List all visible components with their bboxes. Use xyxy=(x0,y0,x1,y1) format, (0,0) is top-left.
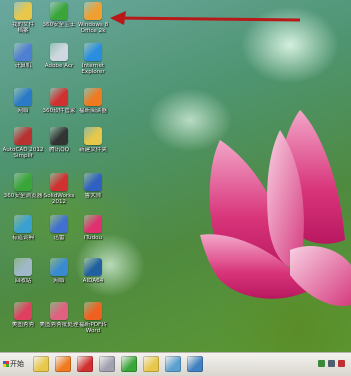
network-icon xyxy=(14,88,32,106)
desktop-icon[interactable]: Internet Explorer xyxy=(70,43,116,76)
folder-icon[interactable] xyxy=(33,356,49,372)
windows-flag-icon xyxy=(3,361,9,367)
software-manager-icon xyxy=(50,88,68,106)
explorer-icon[interactable] xyxy=(143,356,159,372)
pdf-icon[interactable] xyxy=(77,356,93,372)
desktop-icon[interactable]: 福昕阅读器 xyxy=(70,88,116,114)
meitu-icon xyxy=(14,302,32,320)
recycle-icon xyxy=(50,43,68,61)
desktop: 我的文件 档案 360安全卫士 Windows 8 Office 2k 计算机 Adob… xyxy=(0,0,351,352)
desktop-icon[interactable]: 鲁大师 xyxy=(70,173,116,199)
qq-icon xyxy=(50,127,68,145)
window-icon[interactable] xyxy=(187,356,203,372)
lotus-wallpaper-image xyxy=(200,110,351,306)
start-label: 开始 xyxy=(10,360,24,368)
network-tray-icon[interactable] xyxy=(318,360,325,367)
thunder-icon xyxy=(50,215,68,233)
desktop-icon-label: 福昕阅读器 xyxy=(79,108,107,114)
desktop-icon[interactable]: AIDA64 xyxy=(70,258,116,284)
new-folder-icon xyxy=(84,127,102,145)
ie-icon xyxy=(84,43,102,61)
desktop-icon-label: Internet Explorer xyxy=(81,63,105,76)
volume-tray-icon[interactable] xyxy=(328,360,335,367)
office-icon xyxy=(84,2,102,20)
ludashi-icon xyxy=(84,173,102,191)
meitu-batch-icon xyxy=(50,302,68,320)
start-button[interactable]: 开始 xyxy=(1,356,27,373)
tools-icon[interactable] xyxy=(99,356,115,372)
desktop-icon[interactable]: Windows 8 Office 2k xyxy=(70,2,116,35)
taskbar: 开始 xyxy=(0,352,351,376)
desktop-icon-label: 鲁大师 xyxy=(84,193,102,199)
desktop-icon-label: iTudou xyxy=(83,235,103,241)
solidworks-icon xyxy=(50,173,68,191)
desktop-icon[interactable]: 新建文件夹 xyxy=(70,127,116,153)
desktop-icon-label: AIDA64 xyxy=(82,278,104,284)
pdf-reader-icon xyxy=(84,88,102,106)
dictionary-icon xyxy=(14,215,32,233)
shield-icon xyxy=(50,2,68,20)
image-icon[interactable] xyxy=(165,356,181,372)
desktop-icon[interactable]: iTudou xyxy=(70,215,116,241)
itudou-icon xyxy=(84,215,102,233)
pdf-to-word-icon xyxy=(84,302,102,320)
folder-icon xyxy=(14,2,32,20)
foxit-icon[interactable] xyxy=(55,356,71,372)
autocad-icon xyxy=(14,127,32,145)
desktop-icon-label: 新建文件夹 xyxy=(79,147,107,153)
360-icon[interactable] xyxy=(121,356,137,372)
aida-icon xyxy=(84,258,102,276)
desktop-icon-label: Windows 8 Office 2k xyxy=(77,22,109,35)
browser-icon xyxy=(14,173,32,191)
desktop-icon-label: 福昕PDF转 Word xyxy=(79,322,107,335)
security-tray-icon[interactable] xyxy=(338,360,345,367)
desktop-icon[interactable]: 福昕PDF转 Word xyxy=(70,302,116,335)
network-globe-icon xyxy=(50,258,68,276)
recycle-bin-icon xyxy=(14,258,32,276)
computer-icon xyxy=(14,43,32,61)
